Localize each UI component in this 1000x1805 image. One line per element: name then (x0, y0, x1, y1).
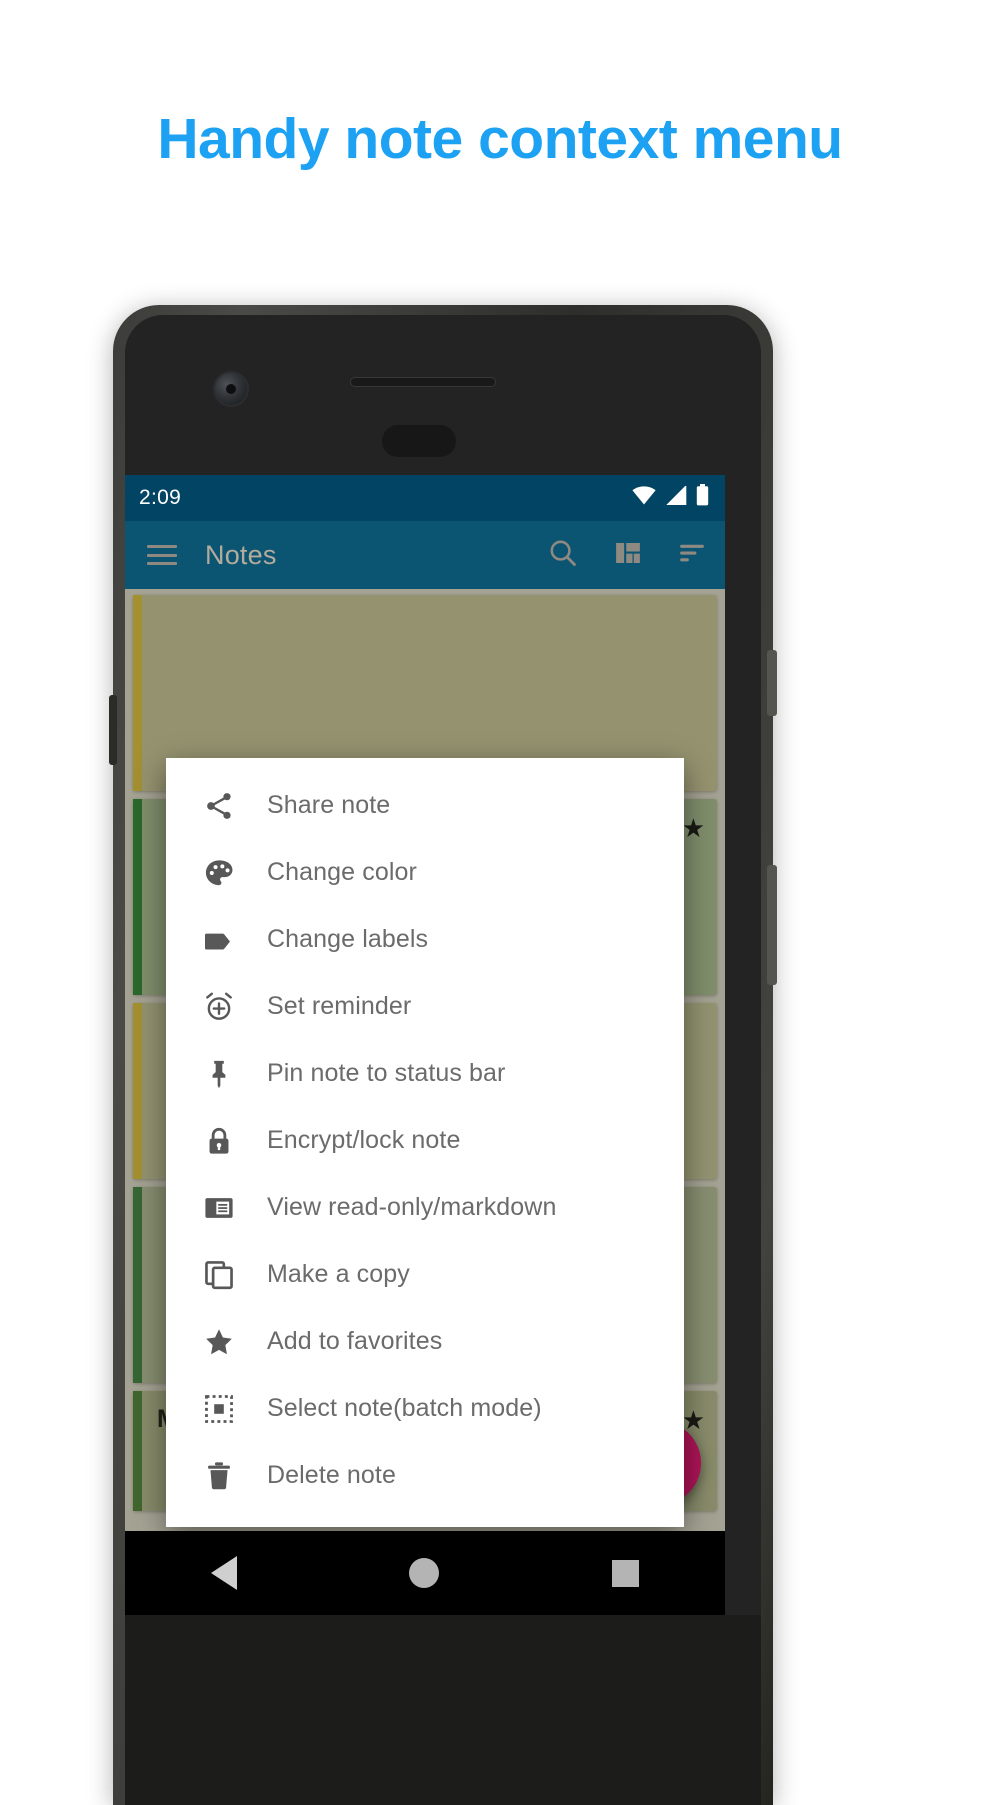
menu-item-label: View read-only/markdown (267, 1193, 557, 1221)
menu-item-label: Make a copy (267, 1260, 410, 1288)
menu-item-label: Encrypt/lock note (267, 1126, 461, 1154)
android-navigation-bar (125, 1531, 725, 1615)
sensor-pill (382, 425, 456, 457)
status-bar-clock: 2:09 (139, 486, 182, 509)
copy-icon (200, 1256, 238, 1294)
menu-item-label: Select note(batch mode) (267, 1394, 542, 1422)
nav-back-button[interactable] (211, 1556, 238, 1590)
search-icon[interactable] (547, 537, 579, 574)
hamburger-menu-icon[interactable] (147, 545, 177, 565)
trash-icon (200, 1457, 238, 1495)
menu-item-pin-note[interactable]: Pin note to status bar (166, 1040, 684, 1107)
menu-item-label: Share note (267, 791, 391, 819)
palette-icon (200, 854, 238, 892)
menu-item-view-readonly-markdown[interactable]: View read-only/markdown (166, 1174, 684, 1241)
nav-recents-button[interactable] (611, 1559, 639, 1587)
menu-item-share-note[interactable]: Share note (166, 772, 684, 839)
note-context-menu[interactable]: Share note Change color Change labels Se… (166, 758, 684, 1527)
menu-item-label: Change color (267, 858, 417, 886)
app-bar-actions (547, 537, 707, 574)
menu-item-set-reminder[interactable]: Set reminder (166, 973, 684, 1040)
status-bar: 2:09 (125, 475, 725, 521)
menu-item-encrypt-lock-note[interactable]: Encrypt/lock note (166, 1107, 684, 1174)
wifi-icon (632, 485, 656, 511)
menu-item-label: Delete note (267, 1461, 396, 1489)
nav-home-button[interactable] (409, 1558, 440, 1588)
phone-bezel: 2:09 Notes ★ ★ Share note Change color C… (125, 315, 761, 1805)
note-color-bar (133, 595, 142, 791)
note-favorite-star-icon[interactable]: ★ (682, 813, 705, 844)
select-batch-icon (200, 1390, 238, 1428)
sort-icon[interactable] (677, 538, 707, 573)
menu-item-label: Pin note to status bar (267, 1059, 506, 1087)
phone-chin (125, 1615, 761, 1805)
menu-item-add-to-favorites[interactable]: Add to favorites (166, 1308, 684, 1375)
volume-button[interactable] (767, 865, 777, 985)
earpiece-speaker (350, 377, 496, 387)
pin-icon (200, 1055, 238, 1093)
label-tag-icon (200, 921, 238, 959)
menu-item-make-a-copy[interactable]: Make a copy (166, 1241, 684, 1308)
cell-signal-icon (665, 484, 687, 511)
note-color-bar (133, 1391, 142, 1511)
menu-item-label: Set reminder (267, 992, 412, 1020)
star-icon (200, 1323, 238, 1361)
left-side-button[interactable] (109, 695, 117, 765)
status-bar-system-icons (632, 484, 709, 512)
phone-frame: 2:09 Notes ★ ★ Share note Change color C… (109, 305, 777, 1805)
app-bar-title: Notes (205, 539, 277, 570)
lock-icon (200, 1122, 238, 1160)
menu-item-label: Add to favorites (267, 1327, 443, 1355)
app-bar: Notes (125, 521, 725, 589)
front-camera-icon (213, 371, 249, 407)
menu-item-delete-note[interactable]: Delete note (166, 1442, 684, 1509)
note-color-bar (133, 1003, 142, 1179)
menu-item-change-labels[interactable]: Change labels (166, 906, 684, 973)
note-color-bar (133, 1187, 142, 1383)
share-icon (200, 787, 238, 825)
alarm-add-icon (200, 988, 238, 1026)
phone-screen: 2:09 Notes ★ ★ Share note Change color C… (125, 475, 725, 1615)
menu-item-select-note-batch-mode[interactable]: Select note(batch mode) (166, 1375, 684, 1442)
note-color-bar (133, 799, 142, 995)
menu-item-change-color[interactable]: Change color (166, 839, 684, 906)
page-title: Handy note context menu (157, 107, 843, 171)
menu-item-label: Change labels (267, 925, 429, 953)
layout-grid-icon[interactable] (613, 538, 643, 573)
read-only-icon (200, 1189, 238, 1227)
power-button[interactable] (767, 650, 777, 716)
battery-icon (696, 484, 709, 512)
